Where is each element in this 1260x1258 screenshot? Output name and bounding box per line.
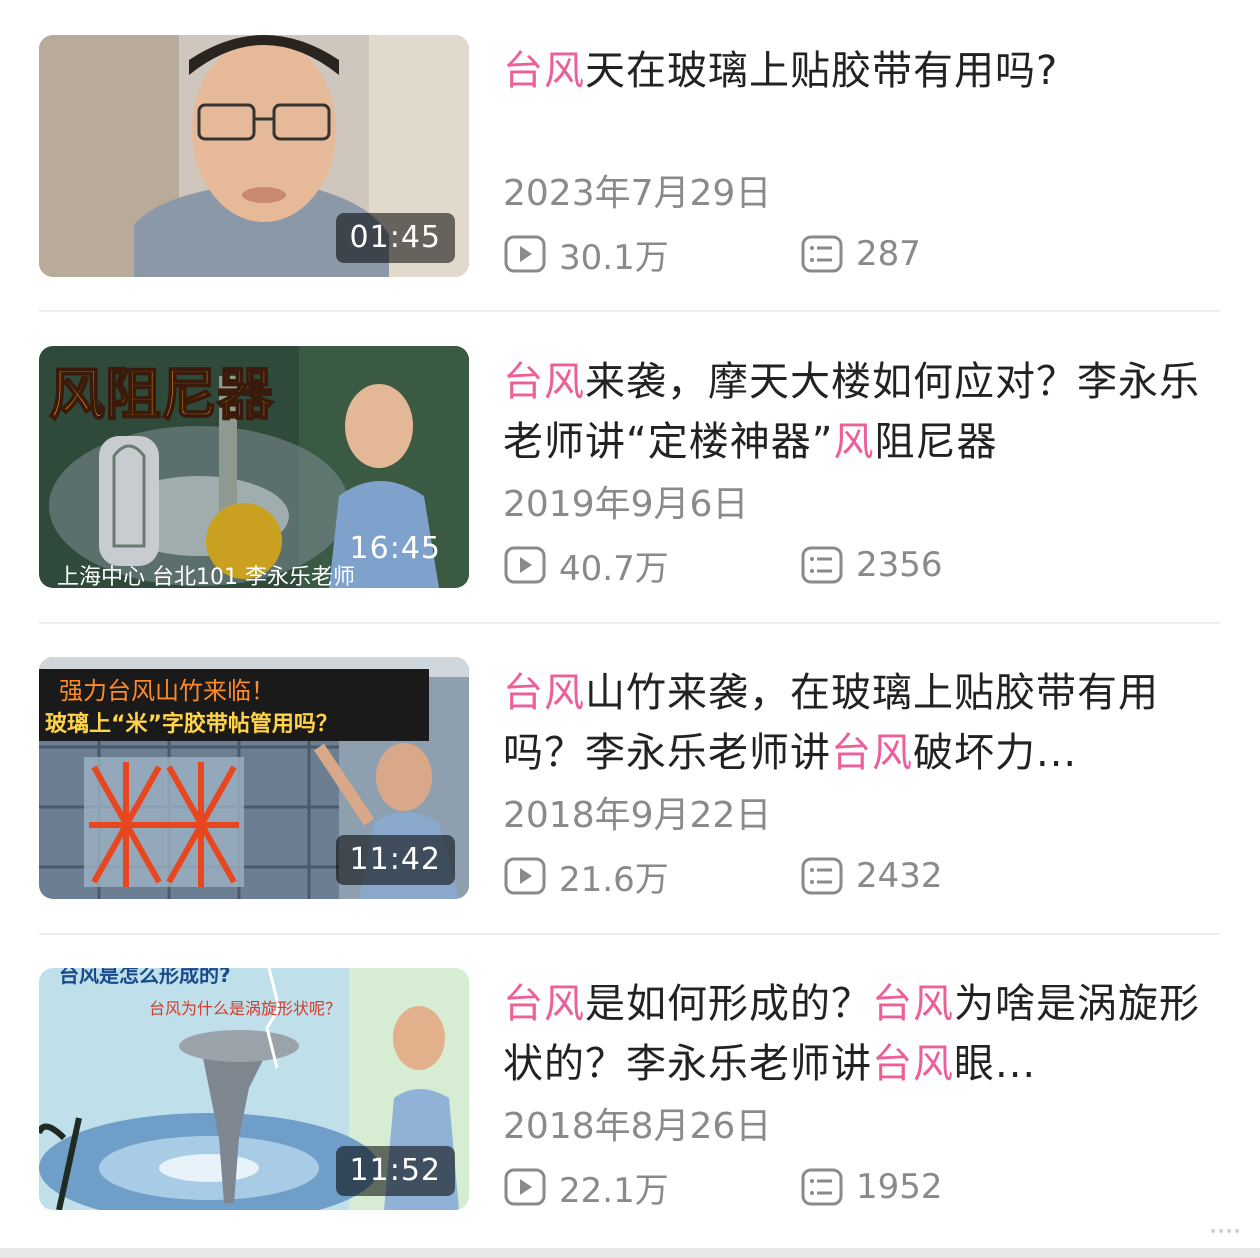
video-thumbnail[interactable]: 风阻尼器 上海中心 台北101 李永乐老师 16:45 <box>39 346 469 588</box>
thumbnail-line2: 玻璃上“米”字胶带帖管用吗？ <box>45 711 338 737</box>
divider <box>39 622 1220 624</box>
comment-icon <box>801 235 843 273</box>
video-duration: 11:42 <box>335 835 455 885</box>
video-title[interactable]: 台风来袭，摩天大楼如何应对？李永乐老师讲“定楼神器”风阻尼器 <box>503 352 1203 482</box>
play-icon <box>504 857 546 895</box>
comment-count: 2356 <box>800 542 943 588</box>
video-thumbnail[interactable]: 01:45 <box>39 35 469 277</box>
video-item[interactable]: 台风是怎么形成的? 台风为什么是涡旋形状呢？ 11:52 台风是如何形成的？台风… <box>0 968 1260 1258</box>
play-icon <box>504 235 546 273</box>
video-thumbnail[interactable]: 台风是怎么形成的? 台风为什么是涡旋形状呢？ 11:52 <box>39 968 469 1210</box>
video-item[interactable]: 01:45 台风天在玻璃上贴胶带有用吗? 2023年7月29日 30.1万 28… <box>0 35 1260 325</box>
thumbnail-line2: 台风为什么是涡旋形状呢？ <box>149 999 341 1018</box>
video-item[interactable]: 风阻尼器 上海中心 台北101 李永乐老师 16:45 台风来袭，摩天大楼如何应… <box>0 346 1260 636</box>
view-count: 40.7万 <box>503 542 669 589</box>
view-count: 21.6万 <box>503 853 669 900</box>
play-icon <box>504 546 546 584</box>
video-duration: 16:45 <box>349 531 441 566</box>
thumbnail-caption: 上海中心 台北101 李永乐老师 <box>57 565 355 588</box>
video-title[interactable]: 台风山竹来袭，在玻璃上贴胶带有用吗？李永乐老师讲台风破坏力... <box>503 663 1203 793</box>
thumbnail-line1: 台风是怎么形成的? <box>59 968 231 987</box>
comment-icon <box>801 1168 843 1206</box>
view-count: 30.1万 <box>503 231 669 278</box>
video-duration: 11:52 <box>335 1146 455 1196</box>
video-date: 2018年8月26日 <box>503 1106 772 1147</box>
video-thumbnail[interactable]: 强力台风山竹来临！ 玻璃上“米”字胶带帖管用吗？ 11:42 <box>39 657 469 899</box>
divider <box>39 933 1220 935</box>
video-date: 2018年9月22日 <box>503 795 772 836</box>
video-item[interactable]: 强力台风山竹来临！ 玻璃上“米”字胶带帖管用吗？ 11:42 台风山竹来袭，在玻… <box>0 657 1260 947</box>
video-duration: 01:45 <box>335 213 455 263</box>
thumbnail-line1: 强力台风山竹来临！ <box>59 677 275 705</box>
comment-count: 2432 <box>800 853 943 899</box>
play-icon <box>504 1168 546 1206</box>
divider <box>39 310 1220 312</box>
bottom-bar <box>0 1248 1260 1258</box>
comment-count: 1952 <box>800 1164 943 1210</box>
video-date: 2019年9月6日 <box>503 484 749 525</box>
video-title[interactable]: 台风是如何形成的？台风为啥是涡旋形状的？李永乐老师讲台风眼... <box>503 974 1203 1104</box>
comment-count: 287 <box>800 231 921 277</box>
scroll-indicator-icon <box>1211 1229 1239 1233</box>
view-count: 22.1万 <box>503 1164 669 1211</box>
comment-icon <box>801 857 843 895</box>
video-date: 2023年7月29日 <box>503 173 772 214</box>
comment-icon <box>801 546 843 584</box>
video-title[interactable]: 台风天在玻璃上贴胶带有用吗? <box>503 41 1203 171</box>
thumbnail-headline: 风阻尼器 <box>49 363 274 428</box>
